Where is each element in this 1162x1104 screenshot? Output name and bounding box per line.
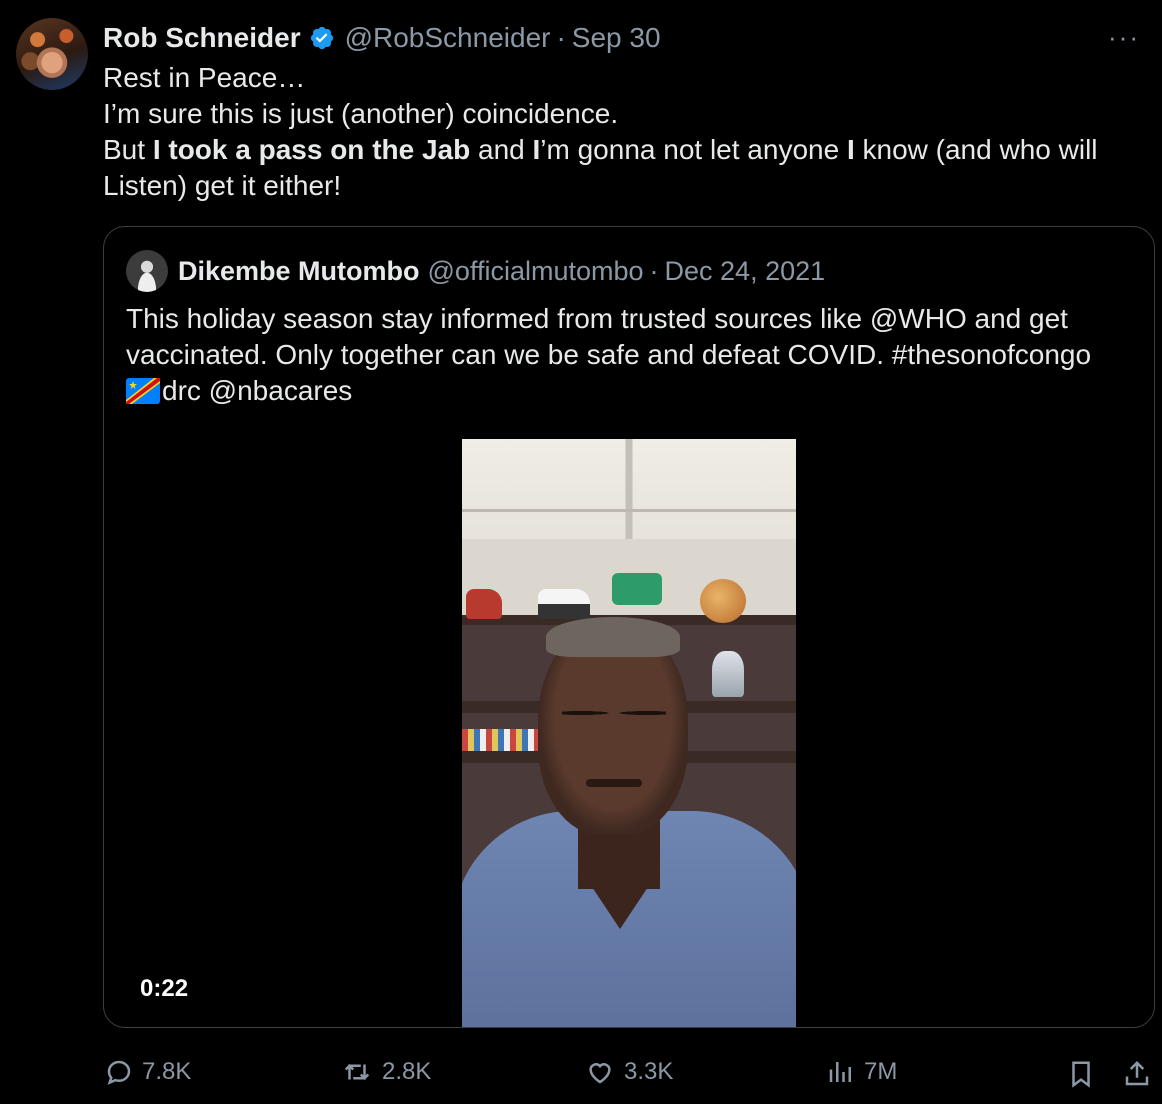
verified-badge-icon — [310, 26, 333, 50]
video-scene — [562, 707, 666, 719]
bookmark-icon[interactable] — [1066, 1058, 1096, 1090]
separator-dot: · — [649, 255, 659, 286]
views-icon — [829, 1062, 851, 1082]
tweet-date[interactable]: Sep 30 — [572, 22, 661, 54]
repost-button[interactable]: 2.8K — [340, 1050, 431, 1094]
author-handle[interactable]: @RobSchneider — [345, 22, 551, 54]
quoted-tweet-text: This holiday season stay informed from t… — [126, 301, 1136, 409]
video-scene — [538, 589, 590, 619]
quoted-author-handle: @officialmutombo — [427, 255, 644, 286]
reply-count: 7.8K — [142, 1058, 192, 1085]
text-segment: and — [470, 134, 533, 165]
separator-dot: · — [556, 22, 566, 53]
more-icon[interactable]: ··· — [1108, 22, 1140, 53]
action-bar: 7.8K 2.8K 3.3K 7M — [0, 1050, 1162, 1096]
bold-segment: I — [846, 134, 855, 165]
quoted-line: drc @nbacares — [126, 373, 1136, 409]
share-icon[interactable] — [1122, 1058, 1152, 1090]
author-name[interactable]: Rob Schneider — [103, 22, 301, 54]
tweet: Rob Schneider @RobSchneider · Sep 30 ···… — [0, 0, 1162, 1104]
quoted-tweet-header: Dikembe Mutombo @officialmutombo · Dec 2… — [126, 250, 826, 292]
quoted-text-tail: drc @nbacares — [162, 375, 353, 406]
quoted-line: This holiday season stay informed from t… — [126, 303, 1092, 370]
repost-icon — [344, 1063, 370, 1081]
video-scene — [612, 573, 662, 605]
quoted-author-avatar — [126, 250, 168, 292]
quoted-author-name: Dikembe Mutombo — [178, 255, 420, 286]
drc-flag-icon — [126, 378, 160, 404]
quoted-tweet[interactable]: Dikembe Mutombo @officialmutombo · Dec 2… — [103, 226, 1155, 1028]
like-button[interactable]: 3.3K — [584, 1050, 673, 1094]
reply-button[interactable]: 7.8K — [104, 1050, 191, 1094]
like-icon — [589, 1063, 611, 1084]
video-scene — [462, 729, 538, 751]
tweet-line: Rest in Peace… — [103, 62, 306, 93]
author-avatar[interactable] — [16, 18, 88, 90]
video-scene — [466, 589, 502, 619]
views-button[interactable]: 7M — [826, 1050, 897, 1094]
video-scene — [586, 779, 642, 787]
text-segment: ’m gonna not let anyone — [540, 134, 847, 165]
text-segment: But — [103, 134, 153, 165]
tweet-line: I’m sure this is just (another) coincide… — [103, 98, 619, 129]
video-scene — [712, 651, 744, 697]
tweet-header: Rob Schneider @RobSchneider · Sep 30 — [103, 20, 661, 56]
video-scene — [546, 617, 680, 657]
bold-segment: I took a pass on the Jab — [152, 134, 471, 165]
repost-count: 2.8K — [382, 1058, 432, 1085]
tweet-text: Rest in Peace… I’m sure this is just (an… — [103, 60, 1133, 204]
views-count: 7M — [864, 1058, 898, 1085]
video-scene — [700, 579, 746, 623]
video-scene — [462, 509, 796, 512]
video-duration: 0:22 — [140, 975, 189, 1002]
quoted-tweet-date: Dec 24, 2021 — [664, 255, 826, 286]
tweet-line: But I took a pass on the Jab and I’m gon… — [103, 132, 1133, 204]
reply-icon — [107, 1060, 131, 1085]
video-scene — [462, 439, 796, 539]
video-player[interactable] — [462, 439, 796, 1027]
like-count: 3.3K — [624, 1058, 674, 1085]
